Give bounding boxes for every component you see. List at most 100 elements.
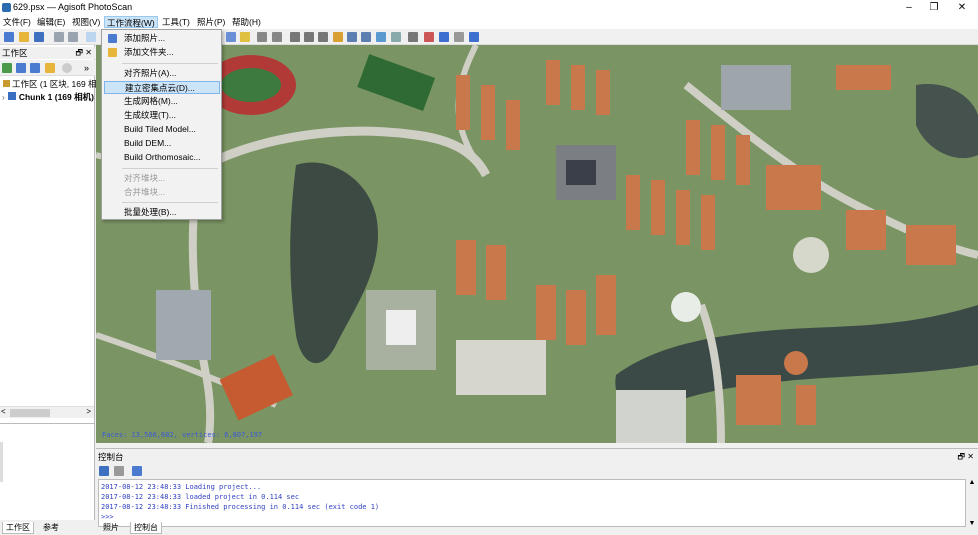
select-icon[interactable]	[86, 32, 96, 42]
model-viewport[interactable]: Faces: 13,566,682, vertices: 6,807,197	[96, 45, 978, 443]
scroll-up-arrow-icon[interactable]: ▲	[966, 479, 978, 486]
menu-item-build-dense-cloud[interactable]: 建立密集点云(D)...	[104, 81, 220, 94]
tree-chunk-label: Chunk 1 (169 相机)	[18, 92, 94, 102]
menu-photos[interactable]: 照片(P)	[195, 16, 227, 28]
grid3-icon[interactable]	[318, 32, 328, 42]
marker-icon[interactable]	[424, 32, 434, 42]
menu-item-align-chunks: 对齐堆块...	[124, 173, 166, 183]
texture-icon[interactable]	[376, 32, 386, 42]
new-icon[interactable]	[4, 32, 14, 42]
workspace-lower-pane	[0, 423, 94, 493]
tree-workspace-label: 工作区 (1 区块, 169 相机)	[12, 79, 108, 89]
workspace-title: 工作区	[2, 48, 28, 58]
points-icon[interactable]	[333, 32, 343, 42]
orthophoto-view	[96, 45, 978, 443]
menu-edit[interactable]: 编辑(E)	[35, 16, 67, 28]
tiled-icon[interactable]	[391, 32, 401, 42]
workspace-panel: 工作区 🗗 ✕ » 工作区 (1 区块, 169 相机) › Chunk 1 (1…	[0, 45, 108, 530]
disable-icon[interactable]	[62, 63, 72, 73]
grid-icon[interactable]	[290, 32, 300, 42]
workspace-hscroll[interactable]: < >	[0, 406, 94, 418]
menu-item-batch-process[interactable]: 批量处理(B)...	[104, 206, 220, 219]
menu-file[interactable]: 文件(F)	[1, 16, 33, 28]
add-chunk-icon[interactable]	[2, 63, 12, 73]
menu-item-label: 添加文件夹...	[124, 47, 174, 57]
add-photos-small-icon[interactable]	[16, 63, 26, 73]
workspace-header: 工作区 🗗 ✕	[0, 47, 95, 59]
more-icon[interactable]: »	[84, 63, 92, 73]
add-folder-icon	[108, 48, 117, 57]
menu-item-build-orthomosaic[interactable]: Build Orthomosaic...	[104, 151, 220, 164]
menu-view[interactable]: 视图(V)	[70, 16, 102, 28]
maximize-button[interactable]: ❐	[920, 1, 948, 14]
undo-icon[interactable]	[54, 32, 64, 42]
menu-item-build-tiled-model[interactable]: Build Tiled Model...	[104, 123, 220, 136]
minimize-button[interactable]: –	[895, 1, 923, 14]
menu-item-align-photos[interactable]: 对齐照片(A)...	[104, 67, 220, 80]
mesh-icon[interactable]	[361, 32, 371, 42]
log-line: 2017-08-12 23:48:33 Finished processing …	[101, 503, 380, 511]
console-toolbar	[96, 464, 978, 478]
menu-item-build-dem[interactable]: Build DEM...	[104, 137, 220, 150]
add-photos-icon	[108, 34, 117, 43]
expand-chevron-icon[interactable]: ›	[2, 92, 5, 102]
delete-icon[interactable]	[257, 32, 267, 42]
tree-chunk-item[interactable]: › Chunk 1 (169 相机)	[2, 91, 94, 103]
grid2-icon[interactable]	[304, 32, 314, 42]
tab-reference[interactable]: 参考	[40, 522, 62, 534]
run-script-icon[interactable]	[132, 466, 142, 476]
save-log-icon[interactable]	[99, 466, 109, 476]
workspace-toolbar: »	[0, 60, 95, 76]
tab-photos[interactable]: 照片	[100, 522, 122, 534]
workflow-dropdown-menu: 添加照片... 添加文件夹... 对齐照片(A)... 建立密集点云(D)...…	[101, 29, 222, 220]
menu-item-add-photos[interactable]: 添加照片...	[104, 32, 220, 45]
open-icon[interactable]	[19, 32, 29, 42]
add-marker-icon[interactable]	[45, 63, 55, 73]
title-bar: 629.psx — Agisoft PhotoScan – ❐ ✕	[0, 0, 978, 15]
workspace-panel-controls[interactable]: 🗗 ✕	[76, 47, 92, 59]
console-log[interactable]: 2017-08-12 23:48:33 Loading project... 2…	[98, 479, 966, 527]
menu-tools[interactable]: 工具(T)	[160, 16, 192, 28]
redo-icon[interactable]	[68, 32, 78, 42]
hscroll-thumb[interactable]	[10, 409, 50, 417]
left-tabs: 工作区 参考	[0, 520, 95, 535]
menu-item-merge-chunks: 合并堆块...	[124, 187, 166, 197]
console-title: 控制台	[98, 452, 124, 462]
console-vscroll[interactable]: ▲ ▼	[966, 479, 978, 527]
tree-workspace-item[interactable]: 工作区 (1 区块, 169 相机)	[3, 78, 108, 90]
tab-workspace[interactable]: 工作区	[2, 522, 34, 534]
scroll-down-arrow-icon[interactable]: ▼	[966, 520, 978, 527]
log-line: 2017-08-12 23:48:33 Loading project...	[101, 483, 262, 491]
tab-console[interactable]: 控制台	[130, 522, 162, 534]
crop-icon[interactable]	[272, 32, 282, 42]
console-panel: 控制台 🗗 ✕ 2017-08-12 23:48:33 Loading proj…	[96, 448, 978, 530]
scalebar-icon[interactable]	[454, 32, 464, 42]
camera-icon[interactable]	[408, 32, 418, 42]
menu-item-build-mesh[interactable]: 生成网格(M)...	[104, 95, 220, 108]
rotate-icon[interactable]	[226, 32, 236, 42]
console-panel-controls[interactable]: 🗗 ✕	[958, 451, 974, 463]
flag-icon[interactable]	[439, 32, 449, 42]
viewport-status: Faces: 13,566,682, vertices: 6,807,197	[102, 431, 263, 439]
app-icon	[2, 3, 11, 12]
console-prompt[interactable]: >>>	[101, 512, 963, 522]
menu-workflow[interactable]: 工作流程(W)	[104, 16, 158, 28]
log-line: 2017-08-12 23:48:33 loaded project in 0.…	[101, 493, 300, 501]
scroll-right-arrow-icon[interactable]: >	[86, 407, 91, 416]
close-button[interactable]: ✕	[948, 1, 976, 14]
add-folder-small-icon[interactable]	[30, 63, 40, 73]
menu-item-build-texture[interactable]: 生成纹理(T)...	[104, 109, 220, 122]
save-icon[interactable]	[34, 32, 44, 42]
move-icon[interactable]	[469, 32, 479, 42]
lower-pane-divider	[0, 442, 3, 482]
menu-help[interactable]: 帮助(H)	[230, 16, 263, 28]
menu-item-add-folder[interactable]: 添加文件夹...	[104, 46, 220, 59]
clear-log-icon[interactable]	[114, 466, 124, 476]
window-title: 629.psx — Agisoft PhotoScan	[13, 2, 133, 12]
dense-cloud-icon[interactable]	[347, 32, 357, 42]
console-header: 控制台 🗗 ✕	[96, 451, 978, 463]
scroll-left-arrow-icon[interactable]: <	[1, 407, 6, 416]
menu-separator	[122, 202, 218, 203]
ruler-icon[interactable]	[240, 32, 250, 42]
menu-separator	[122, 168, 218, 169]
